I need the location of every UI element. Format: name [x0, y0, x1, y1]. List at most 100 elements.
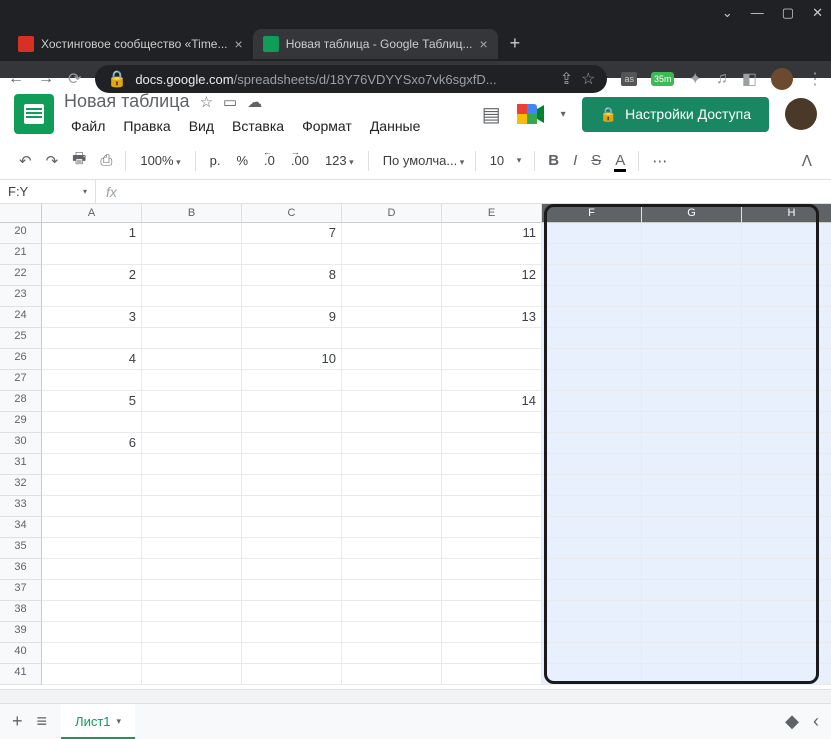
cell[interactable] — [742, 307, 831, 328]
cell[interactable] — [342, 580, 442, 601]
cell[interactable] — [642, 496, 742, 517]
cell[interactable] — [342, 538, 442, 559]
cell[interactable] — [742, 580, 831, 601]
cell[interactable] — [742, 475, 831, 496]
font-size-input[interactable]: 10 — [484, 150, 508, 171]
window-maximize-icon[interactable]: ▢ — [782, 5, 794, 21]
explore-button[interactable]: ◆ — [785, 711, 799, 732]
cell[interactable] — [142, 559, 242, 580]
cell[interactable] — [642, 475, 742, 496]
column-header[interactable]: A — [42, 204, 142, 223]
row-header[interactable]: 24 — [0, 307, 42, 328]
cell[interactable]: 2 — [42, 265, 142, 286]
cell[interactable] — [642, 601, 742, 622]
column-header[interactable]: B — [142, 204, 242, 223]
move-icon[interactable]: ▭ — [223, 93, 237, 111]
cell[interactable] — [342, 622, 442, 643]
cell[interactable] — [342, 517, 442, 538]
column-header[interactable]: F — [542, 204, 642, 223]
cell[interactable] — [142, 643, 242, 664]
cell[interactable] — [242, 454, 342, 475]
document-title[interactable]: Новая таблица — [64, 91, 190, 112]
cell[interactable] — [142, 664, 242, 685]
row-header[interactable]: 25 — [0, 328, 42, 349]
cell[interactable] — [42, 454, 142, 475]
side-panel-toggle-icon[interactable]: ‹ — [813, 711, 819, 732]
cell[interactable] — [542, 307, 642, 328]
cell[interactable] — [642, 643, 742, 664]
cell[interactable] — [742, 643, 831, 664]
cell[interactable] — [442, 454, 542, 475]
cell[interactable] — [542, 223, 642, 244]
cell[interactable]: 11 — [442, 223, 542, 244]
name-box[interactable]: F:Y — [0, 180, 96, 203]
cell[interactable] — [142, 454, 242, 475]
meet-dropdown-icon[interactable]: ▾ — [561, 109, 566, 120]
cell[interactable] — [642, 433, 742, 454]
cell[interactable] — [42, 244, 142, 265]
window-close-icon[interactable]: ✕ — [812, 5, 823, 21]
cell[interactable] — [42, 412, 142, 433]
menu-вставка[interactable]: Вставка — [225, 115, 291, 137]
sheets-logo[interactable] — [14, 94, 54, 134]
cell[interactable] — [242, 475, 342, 496]
row-header[interactable]: 29 — [0, 412, 42, 433]
font-size-dropdown-icon[interactable]: ▾ — [512, 151, 527, 170]
cell[interactable] — [142, 475, 242, 496]
cell[interactable] — [642, 559, 742, 580]
cell[interactable] — [242, 559, 342, 580]
cell[interactable] — [242, 244, 342, 265]
row-header[interactable]: 28 — [0, 391, 42, 412]
cell[interactable] — [142, 265, 242, 286]
cell[interactable] — [42, 475, 142, 496]
italic-button[interactable]: I — [568, 148, 582, 173]
column-header[interactable]: D — [342, 204, 442, 223]
cell[interactable] — [142, 517, 242, 538]
cell[interactable] — [242, 496, 342, 517]
cell[interactable] — [242, 391, 342, 412]
cell[interactable] — [742, 370, 831, 391]
cell[interactable] — [342, 391, 442, 412]
cell[interactable] — [542, 265, 642, 286]
row-header[interactable]: 37 — [0, 580, 42, 601]
cell[interactable] — [542, 580, 642, 601]
cell[interactable] — [442, 244, 542, 265]
all-sheets-button[interactable]: ≡ — [37, 711, 48, 732]
cell[interactable] — [542, 244, 642, 265]
cell[interactable] — [642, 517, 742, 538]
share-button[interactable]: 🔒Настройки Доступа — [582, 97, 769, 132]
cell[interactable] — [742, 664, 831, 685]
cell[interactable] — [642, 412, 742, 433]
cell[interactable] — [442, 580, 542, 601]
cell[interactable] — [142, 349, 242, 370]
cell[interactable] — [742, 517, 831, 538]
cell[interactable] — [42, 538, 142, 559]
percent-button[interactable]: % — [230, 150, 254, 171]
cell[interactable] — [442, 643, 542, 664]
cell[interactable] — [442, 538, 542, 559]
cell[interactable] — [742, 538, 831, 559]
cell[interactable] — [542, 622, 642, 643]
font-select[interactable]: По умолча... — [377, 150, 467, 171]
cell[interactable] — [742, 349, 831, 370]
bold-button[interactable]: B — [543, 148, 564, 173]
cell[interactable] — [342, 433, 442, 454]
cell[interactable] — [442, 517, 542, 538]
sheet-tab[interactable]: Лист1▾ — [61, 704, 135, 739]
cell[interactable] — [242, 538, 342, 559]
increase-decimal-button[interactable]: →.00 — [285, 150, 315, 171]
star-icon[interactable]: ☆ — [200, 93, 213, 111]
cell[interactable] — [542, 433, 642, 454]
cell[interactable] — [342, 223, 442, 244]
cell[interactable] — [242, 580, 342, 601]
cell[interactable] — [642, 580, 742, 601]
add-sheet-button[interactable]: + — [12, 711, 23, 732]
cell[interactable] — [542, 643, 642, 664]
cell[interactable] — [342, 559, 442, 580]
cell[interactable] — [642, 223, 742, 244]
cell[interactable] — [142, 328, 242, 349]
cell[interactable]: 10 — [242, 349, 342, 370]
cloud-status-icon[interactable]: ☁ — [247, 93, 262, 111]
cell[interactable] — [742, 286, 831, 307]
cell[interactable] — [542, 601, 642, 622]
